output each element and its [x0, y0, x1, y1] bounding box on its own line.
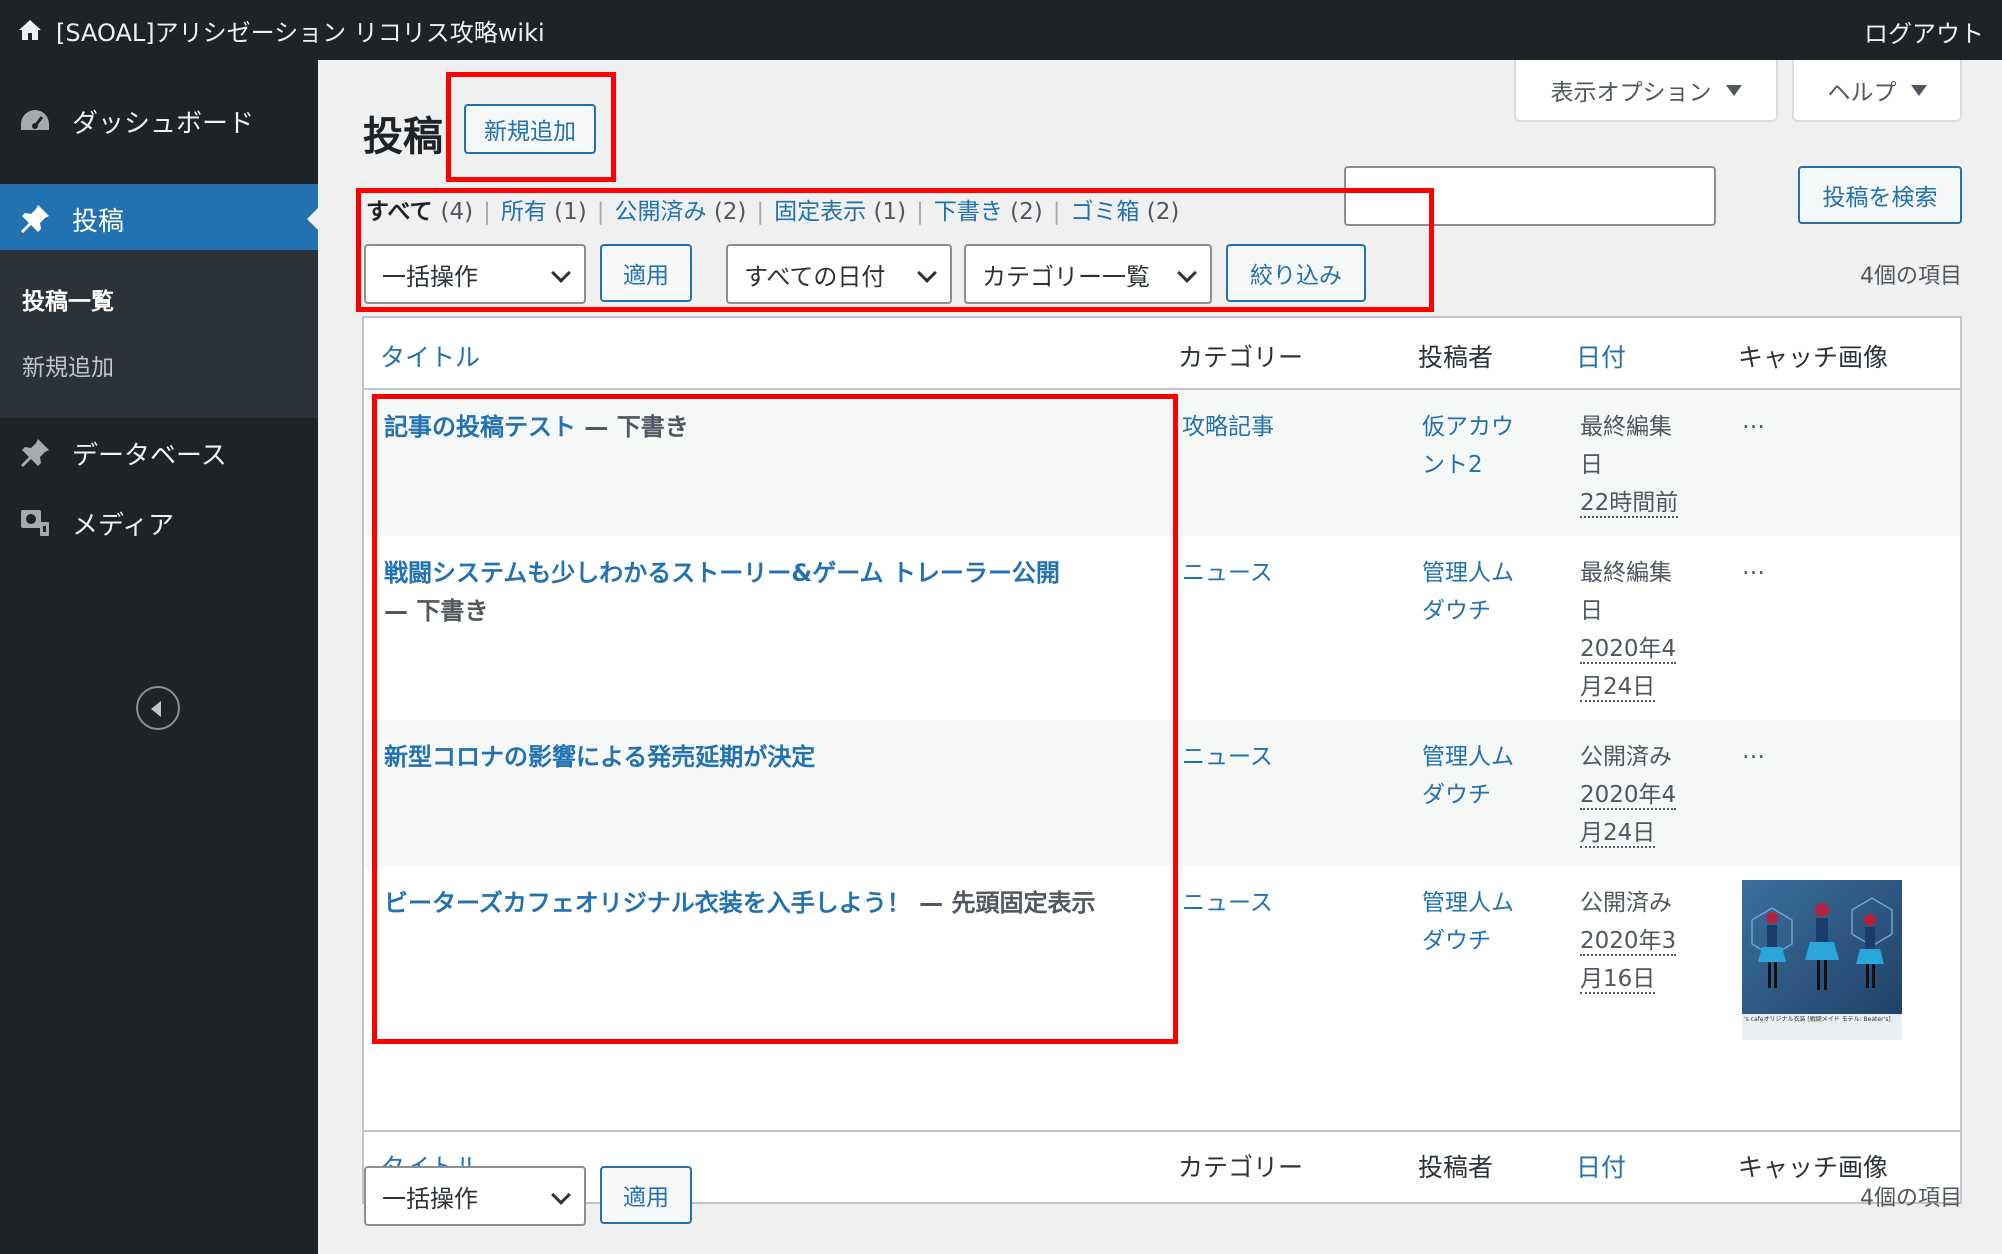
posts-submenu: 投稿一覧 新規追加: [0, 250, 318, 418]
help-toggle[interactable]: ヘルプ: [1792, 60, 1962, 122]
post-date-cell: 公開済み 2020年3月16日: [1580, 890, 1677, 994]
submenu-add-new[interactable]: 新規追加: [22, 348, 114, 382]
post-author-link[interactable]: 管理人ムダウチ: [1422, 884, 1532, 960]
column-thumbnail-footer: キャッチ画像: [1738, 1153, 1889, 1182]
main-content: 表示オプション ヘルプ 投稿 新規追加 投稿を検索 すべて (4) | 所有 (1)…: [318, 60, 2002, 1254]
submenu-all-posts[interactable]: 投稿一覧: [22, 282, 114, 316]
post-category-link[interactable]: 攻略記事: [1182, 408, 1274, 446]
post-date-cell: 最終編集日 22時間前: [1580, 414, 1679, 518]
help-label: ヘルプ: [1827, 80, 1897, 106]
post-category-link[interactable]: ニュース: [1182, 554, 1273, 592]
post-date-value: 2020年3月16日: [1580, 928, 1677, 994]
column-author-footer: 投稿者: [1418, 1153, 1494, 1182]
footer-divider: [364, 1130, 1960, 1132]
post-author-link[interactable]: 管理人ムダウチ: [1422, 738, 1532, 814]
highlight-filters: [356, 188, 1434, 312]
column-category-header: カテゴリー: [1178, 343, 1304, 372]
search-posts-button[interactable]: 投稿を検索: [1798, 166, 1962, 224]
admin-bar: [SAOAL]アリシゼーション リコリス攻略wiki ログアウト: [0, 0, 2002, 60]
no-thumbnail: …: [1742, 738, 1765, 764]
chevron-down-icon: [551, 1185, 571, 1205]
pin-icon: [21, 439, 49, 467]
home-icon[interactable]: [18, 18, 42, 42]
sidebar-item-media[interactable]: メディア: [0, 492, 318, 554]
sidebar-item-database[interactable]: データベース: [0, 422, 318, 484]
column-author-header: 投稿者: [1418, 343, 1494, 372]
column-title-header[interactable]: タイトル: [380, 338, 480, 374]
post-date-value: 2020年4月24日: [1580, 782, 1677, 848]
site-name-link[interactable]: [SAOAL]アリシゼーション リコリス攻略wiki: [56, 13, 545, 48]
sidebar-item-label: メディア: [72, 510, 175, 541]
post-date-value: 2020年4月24日: [1580, 636, 1677, 702]
post-date-value: 22時間前: [1580, 490, 1679, 518]
no-thumbnail: …: [1742, 408, 1765, 434]
post-date-cell: 最終編集日 2020年4月24日: [1580, 560, 1677, 702]
bottom-items-count: 4個の項目: [1860, 1186, 1962, 1211]
admin-sidebar: ダッシュボード 投稿 投稿一覧 新規追加 データベース メディア: [0, 60, 318, 1254]
bottom-bulk-action-value: 一括操作: [382, 1184, 478, 1213]
column-thumbnail-header: キャッチ画像: [1738, 343, 1889, 372]
highlight-add-new: [446, 72, 616, 182]
bottom-bulk-action-select[interactable]: 一括操作: [364, 1166, 586, 1226]
post-date-cell: 公開済み 2020年4月24日: [1580, 744, 1677, 848]
items-count: 4個の項目: [1860, 264, 1962, 289]
sidebar-item-label: ダッシュボード: [72, 108, 255, 139]
no-thumbnail: …: [1742, 554, 1765, 580]
triangle-down-icon: [1910, 84, 1927, 96]
post-category-link[interactable]: ニュース: [1182, 884, 1273, 922]
column-category-footer: カテゴリー: [1178, 1153, 1304, 1182]
triangle-down-icon: [1725, 84, 1742, 96]
collapse-menu-button[interactable]: [136, 686, 180, 730]
highlight-post-titles: [372, 394, 1178, 1044]
sidebar-item-label: 投稿: [72, 206, 125, 237]
sidebar-item-dashboard[interactable]: ダッシュボード: [0, 92, 318, 150]
bottom-apply-button[interactable]: 適用: [600, 1166, 692, 1224]
screen-options-toggle[interactable]: 表示オプション: [1514, 60, 1778, 122]
sidebar-item-label: データベース: [72, 440, 227, 471]
pin-icon: [21, 205, 49, 233]
sidebar-item-posts[interactable]: 投稿: [0, 184, 318, 254]
thumbnail-caption: 's cafeオリジナル衣装 [戦闘メイド モデル: Beater's]: [1744, 1016, 1891, 1023]
post-category-link[interactable]: ニュース: [1182, 738, 1273, 776]
post-author-link[interactable]: 管理人ムダウチ: [1422, 554, 1532, 630]
media-icon: [21, 510, 49, 536]
page-title: 投稿: [363, 114, 443, 160]
post-author-link[interactable]: 仮アカウント2: [1422, 408, 1532, 484]
screen-options-label: 表示オプション: [1550, 80, 1712, 106]
column-date-header[interactable]: 日付: [1576, 338, 1626, 374]
column-date-footer[interactable]: 日付: [1576, 1148, 1626, 1184]
dashboard-icon: [21, 110, 49, 130]
post-thumbnail-image[interactable]: 's cafeオリジナル衣装 [戦闘メイド モデル: Beater's]: [1742, 880, 1902, 1040]
logout-link[interactable]: ログアウト: [1864, 14, 1984, 49]
